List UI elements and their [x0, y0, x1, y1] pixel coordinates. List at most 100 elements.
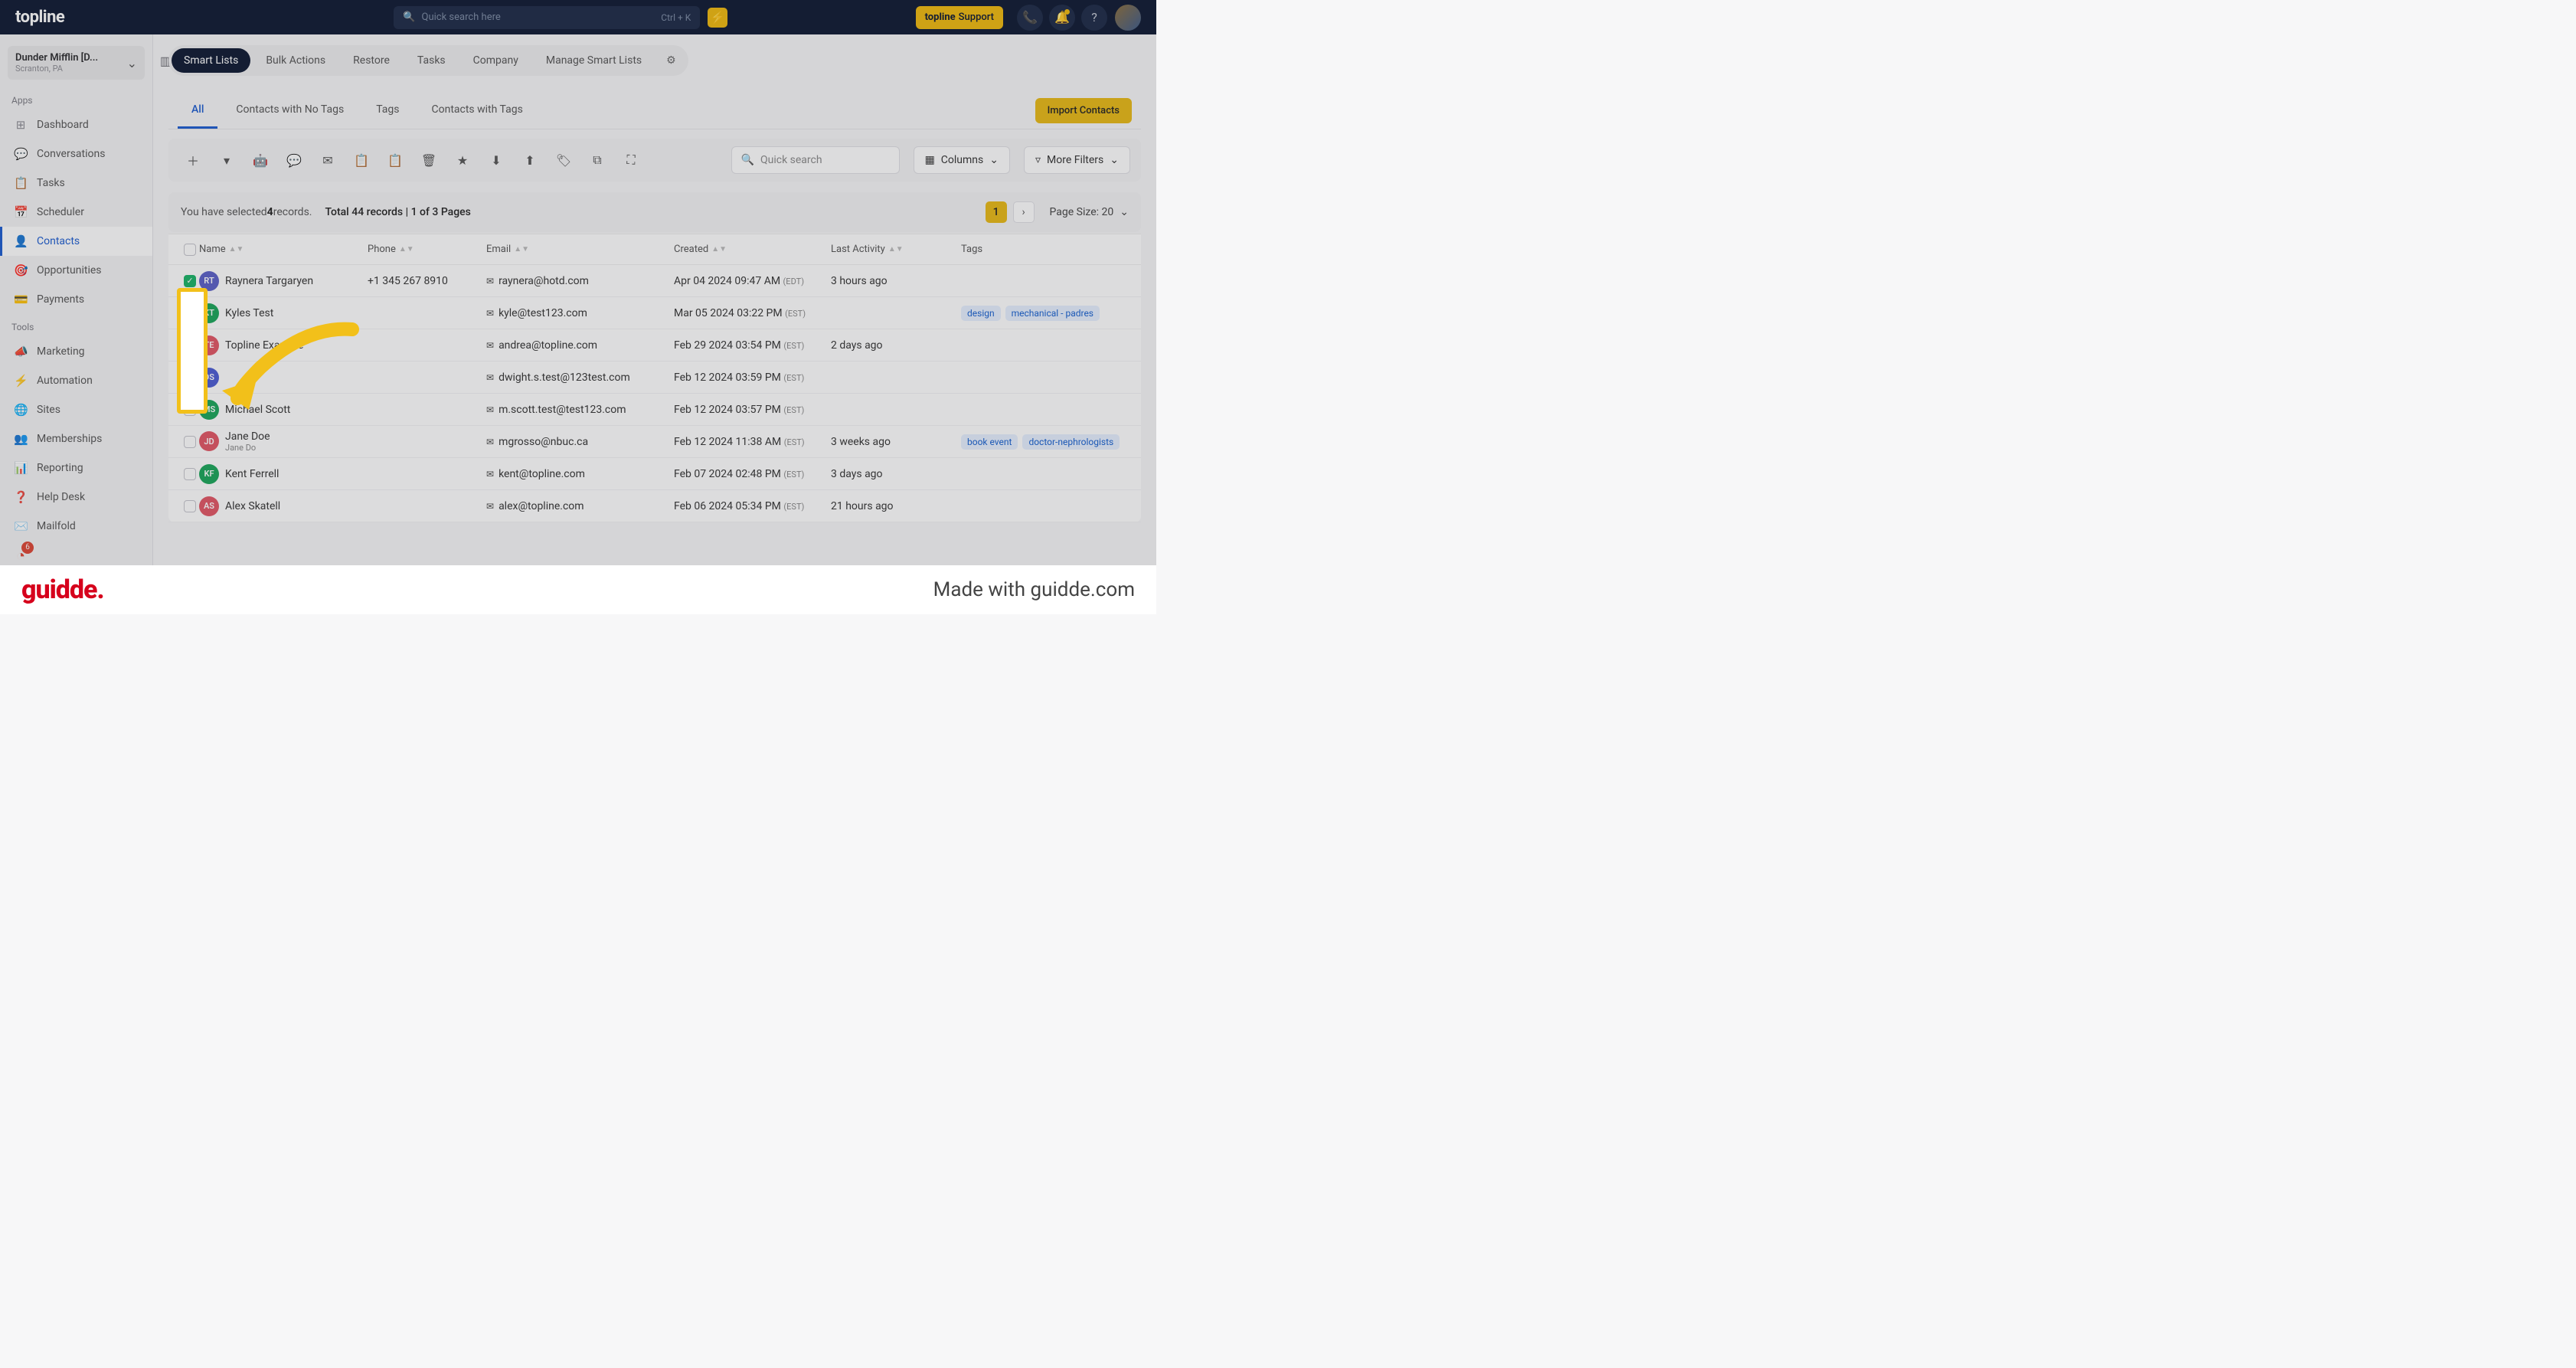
table-row[interactable]: ✓RTRaynera Targaryen+1 345 267 8910✉rayn…	[168, 265, 1141, 297]
row-checkbox[interactable]	[181, 436, 199, 448]
tag-chip[interactable]: doctor-nephrologists	[1022, 434, 1120, 450]
page-current[interactable]: 1	[986, 201, 1007, 223]
subtab-all[interactable]: All	[178, 93, 217, 129]
avatar-initials: JD	[199, 431, 219, 451]
sidebar-item-mailfold[interactable]: ✉️Mailfold	[0, 512, 152, 541]
robot-button[interactable]: 🤖	[247, 146, 274, 174]
sidebar-item-tasks[interactable]: 📋Tasks	[0, 169, 152, 198]
subtab-contacts-with-tags[interactable]: Contacts with Tags	[418, 93, 537, 129]
expand-button[interactable]: ⛶	[617, 146, 645, 174]
sidebar-item-marketing[interactable]: 📣Marketing	[0, 337, 152, 366]
sidebar-item-dashboard[interactable]: ⊞Dashboard	[0, 110, 152, 139]
contact-name: Michael Scott	[225, 404, 290, 416]
table-row[interactable]: MSMichael Scott✉m.scott.test@test123.com…	[168, 394, 1141, 426]
download-button[interactable]: ⬇	[482, 146, 510, 174]
tag-button[interactable]: 🏷	[550, 146, 577, 174]
workspace-switcher[interactable]: Dunder Mifflin [D... Scranton, PA ⌄ ▥	[8, 46, 145, 80]
tab-restore[interactable]: Restore	[341, 48, 402, 73]
sidebar-section-apps: Apps	[0, 87, 152, 110]
quick-search-placeholder: Quick search	[760, 154, 822, 166]
table-row[interactable]: ✓KTKyles Test✉kyle@test123.comMar 05 202…	[168, 297, 1141, 329]
more-filters-button[interactable]: ▿ More Filters ⌄	[1024, 146, 1130, 174]
row-checkbox[interactable]: ✓	[181, 339, 199, 352]
avatar-initials: DS	[199, 368, 219, 388]
table-row[interactable]: ASAlex Skatell✉alex@topline.comFeb 06 20…	[168, 490, 1141, 522]
chevron-down-icon: ⌄	[989, 154, 999, 166]
tab-company[interactable]: Company	[461, 48, 531, 73]
columns-button[interactable]: ▦ Columns ⌄	[914, 146, 1010, 174]
bell-icon[interactable]: 🔔	[1049, 5, 1075, 31]
sidebar-item-label: Dashboard	[37, 119, 89, 131]
th-email[interactable]: Email▲▼	[486, 244, 674, 255]
row-checkbox[interactable]: ✓	[181, 275, 199, 287]
merge-button[interactable]: ⧉	[584, 146, 611, 174]
add-button[interactable]: ＋	[179, 146, 207, 174]
email-button[interactable]: ✉	[314, 146, 342, 174]
page-next[interactable]: ›	[1013, 201, 1035, 223]
star-button[interactable]: ★	[449, 146, 476, 174]
quick-search-input[interactable]: 🔍 Quick search	[731, 146, 900, 174]
sidebar-item-automation[interactable]: ⚡Automation	[0, 366, 152, 395]
subtab-contacts-with-no-tags[interactable]: Contacts with No Tags	[222, 93, 358, 129]
workspace-location: Scranton, PA	[15, 64, 100, 74]
sidebar-item-label: Conversations	[37, 148, 105, 160]
sidebar-icon: 💳	[14, 293, 28, 306]
th-phone[interactable]: Phone▲▼	[368, 244, 486, 255]
sidebar-icon: 📅	[14, 205, 28, 219]
tag-chip[interactable]: mechanical - padres	[1005, 306, 1100, 321]
subtab-tags[interactable]: Tags	[362, 93, 413, 129]
th-created[interactable]: Created▲▼	[674, 244, 831, 255]
table-row[interactable]: ✓TETopline Example✉andrea@topline.comFeb…	[168, 329, 1141, 362]
sidebar-item-reporting[interactable]: 📊Reporting	[0, 453, 152, 483]
bolt-button[interactable]: ⚡	[708, 8, 727, 28]
phone-icon[interactable]: 📞	[1017, 5, 1043, 31]
help-icon[interactable]: ?	[1081, 5, 1107, 31]
row-checkbox[interactable]	[181, 404, 199, 416]
sidebar-item-payments[interactable]: 💳Payments	[0, 285, 152, 314]
row-checkbox[interactable]: ✓	[181, 307, 199, 319]
star-icon: ★	[457, 153, 468, 168]
sidebar-item-help-desk[interactable]: ❓Help Desk	[0, 483, 152, 512]
addto-button[interactable]: 📋	[348, 146, 375, 174]
table-row[interactable]: JDJane DoeJane Do✉mgrosso@nbuc.caFeb 12 …	[168, 426, 1141, 458]
page-size-selector[interactable]: Page Size: 20⌄	[1050, 206, 1129, 218]
avatar[interactable]	[1115, 5, 1141, 31]
delete-button[interactable]: 🗑	[415, 146, 443, 174]
sms-button[interactable]: 💬	[280, 146, 308, 174]
upload-button[interactable]: ⬆	[516, 146, 544, 174]
sidebar-item-contacts[interactable]: 👤Contacts	[0, 227, 152, 256]
tab-settings-gear[interactable]: ⚙	[657, 48, 685, 73]
removefrom-button[interactable]: 📋	[381, 146, 409, 174]
sidebar-item-label: Tasks	[37, 177, 65, 189]
tab-smart-lists[interactable]: Smart Lists	[172, 48, 250, 73]
global-search[interactable]: 🔍 Quick search here Ctrl + K	[394, 6, 700, 29]
contact-email: alex@topline.com	[499, 500, 584, 512]
sidebar-item-sites[interactable]: 🌐Sites	[0, 395, 152, 424]
support-button[interactable]: toplinetopline SupportSupport	[916, 6, 1003, 29]
row-checkbox[interactable]	[181, 500, 199, 512]
sidebar-item-scheduler[interactable]: 📅Scheduler	[0, 198, 152, 227]
contact-name: Kent Ferrell	[225, 468, 279, 480]
table-row[interactable]: KFKent Ferrell✉kent@topline.comFeb 07 20…	[168, 458, 1141, 490]
tab-tasks[interactable]: Tasks	[405, 48, 458, 73]
import-contacts-button[interactable]: Import Contacts	[1035, 98, 1132, 123]
contact-created: Mar 05 2024 03:22 PM	[674, 307, 783, 319]
tag-chip[interactable]: book event	[961, 434, 1018, 450]
sidebar-item-label: Help Desk	[37, 491, 85, 503]
filter-button[interactable]: ▾	[213, 146, 240, 174]
th-lastactivity[interactable]: Last Activity▲▼	[831, 244, 961, 255]
th-name[interactable]: Name▲▼	[199, 244, 368, 255]
sidebar-item-memberships[interactable]: 👥Memberships	[0, 424, 152, 453]
funnel-icon: ▾	[224, 153, 230, 168]
row-checkbox[interactable]	[181, 468, 199, 480]
row-checkbox[interactable]: ✓	[181, 371, 199, 384]
table-row[interactable]: ✓DS✉dwight.s.test@123test.comFeb 12 2024…	[168, 362, 1141, 394]
sidebar-icon: 💬	[14, 147, 28, 161]
sidebar-item-opportunities[interactable]: 🎯Opportunities	[0, 256, 152, 285]
tab-manage-smart-lists[interactable]: Manage Smart Lists	[534, 48, 654, 73]
select-all-checkbox[interactable]	[181, 244, 199, 256]
tab-bulk-actions[interactable]: Bulk Actions	[253, 48, 338, 73]
contact-tz: (EST)	[783, 341, 804, 351]
tag-chip[interactable]: design	[961, 306, 1001, 321]
sidebar-item-conversations[interactable]: 💬 Conversations	[0, 139, 152, 169]
